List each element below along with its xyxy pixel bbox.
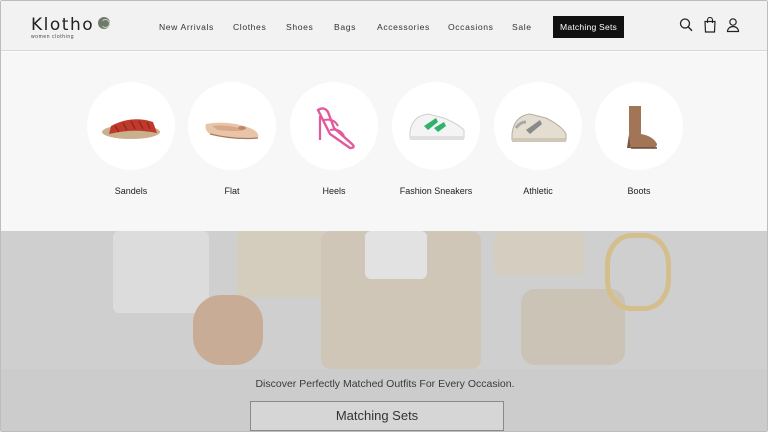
category-label: Flat bbox=[224, 186, 240, 196]
shopping-bag-icon[interactable] bbox=[703, 17, 717, 33]
category-circle bbox=[290, 82, 378, 170]
sandal-icon bbox=[102, 119, 160, 139]
page-frame: Klotho women clothing New Arrivals Cloth… bbox=[0, 0, 768, 432]
search-icon[interactable] bbox=[679, 17, 693, 33]
category-label: Fashion Sneakers bbox=[399, 186, 473, 196]
hero-banner: Discover Perfectly Matched Outfits For E… bbox=[1, 231, 767, 431]
main-nav: New Arrivals Clothes Shoes Bags Accessor… bbox=[1, 1, 767, 51]
category-label: Sandels bbox=[114, 186, 148, 196]
shoe-category-panel: Sandels Flat Heels Fashion Sneakers Athl… bbox=[1, 52, 767, 231]
nav-item-occasions[interactable]: Occasions bbox=[448, 22, 494, 32]
category-circle bbox=[494, 82, 582, 170]
nav-item-sale[interactable]: Sale bbox=[512, 22, 532, 32]
category-sandels[interactable]: Sandels bbox=[86, 82, 176, 196]
category-fashion-sneakers[interactable]: Fashion Sneakers bbox=[391, 82, 481, 196]
athletic-shoe-icon bbox=[511, 113, 567, 142]
category-circle bbox=[595, 82, 683, 170]
category-boots[interactable]: Boots bbox=[594, 82, 684, 196]
nav-item-new-arrivals[interactable]: New Arrivals bbox=[159, 22, 214, 32]
category-circle bbox=[87, 82, 175, 170]
boot-icon bbox=[627, 106, 657, 149]
category-label: Heels bbox=[322, 186, 346, 196]
flat-shoe-icon bbox=[205, 122, 259, 140]
matching-sets-button[interactable]: Matching Sets bbox=[250, 401, 504, 431]
category-circle bbox=[392, 82, 480, 170]
nav-item-matching-sets[interactable]: Matching Sets bbox=[553, 16, 625, 38]
hero-tagline: Discover Perfectly Matched Outfits For E… bbox=[255, 378, 515, 390]
category-athletic[interactable]: Athletic bbox=[493, 82, 583, 196]
category-flat[interactable]: Flat bbox=[187, 82, 277, 196]
category-heels[interactable]: Heels bbox=[289, 82, 379, 196]
user-icon[interactable] bbox=[726, 17, 740, 33]
category-circle bbox=[188, 82, 276, 170]
site-header: Klotho women clothing New Arrivals Cloth… bbox=[1, 1, 767, 51]
nav-item-accessories[interactable]: Accessories bbox=[377, 22, 430, 32]
category-label: Athletic bbox=[523, 186, 553, 196]
nav-item-clothes[interactable]: Clothes bbox=[233, 22, 266, 32]
category-label: Boots bbox=[627, 186, 651, 196]
fashion-sneaker-icon bbox=[409, 113, 465, 140]
heel-icon bbox=[316, 107, 355, 150]
nav-item-shoes[interactable]: Shoes bbox=[286, 22, 313, 32]
nav-item-bags[interactable]: Bags bbox=[334, 22, 356, 32]
